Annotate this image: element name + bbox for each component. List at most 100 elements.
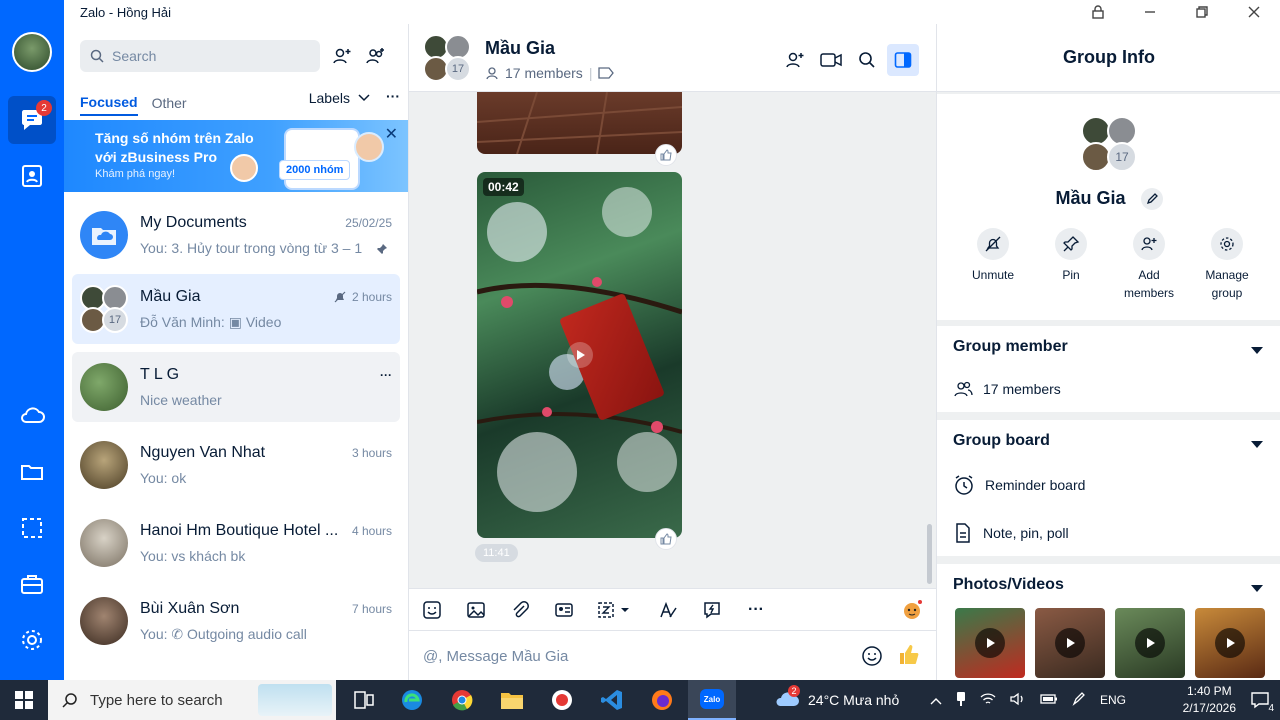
- taskbar-edge[interactable]: [388, 680, 436, 720]
- conversation-item[interactable]: T L G Nice weather ···: [72, 352, 400, 422]
- business-nav-button[interactable]: [8, 560, 56, 608]
- tag-icon[interactable]: [598, 67, 615, 79]
- send-like-button[interactable]: [897, 643, 921, 672]
- photos-videos-title[interactable]: Photos/Videos: [953, 576, 1064, 594]
- settings-nav-button[interactable]: [8, 616, 56, 664]
- image-icon: [467, 602, 485, 618]
- clock[interactable]: 1:40 PM 2/17/2026: [1183, 683, 1236, 717]
- restore-button[interactable]: [1176, 0, 1228, 24]
- chat-members-info[interactable]: 17 members |: [485, 65, 615, 81]
- media-thumbnail[interactable]: [955, 608, 1025, 678]
- conversation-item[interactable]: Nguyen Van Nhat You: ok 3 hours: [72, 430, 400, 500]
- note-pin-poll-label: Note, pin, poll: [983, 525, 1069, 541]
- volume-icon[interactable]: [1010, 692, 1026, 709]
- more-options-button[interactable]: ···: [386, 88, 400, 104]
- play-icon[interactable]: [567, 342, 593, 368]
- pen-icon[interactable]: [1072, 691, 1086, 709]
- taskbar-recorder[interactable]: [538, 680, 586, 720]
- wifi-icon[interactable]: [980, 692, 996, 709]
- taskbar-firefox[interactable]: [638, 680, 686, 720]
- contact-card-button[interactable]: [551, 597, 577, 623]
- user-avatar[interactable]: [12, 32, 52, 72]
- lock-button[interactable]: [1072, 0, 1124, 24]
- conversation-item[interactable]: Hanoi Hm Boutique Hotel ... You: vs khác…: [72, 508, 400, 578]
- format-text-button[interactable]: [655, 597, 681, 623]
- language-indicator[interactable]: ENG: [1100, 693, 1126, 707]
- collapse-arrow-icon[interactable]: [1251, 436, 1263, 454]
- collapse-arrow-icon[interactable]: [1251, 580, 1263, 598]
- pin-action[interactable]: Pin: [1031, 228, 1111, 284]
- toggle-info-panel-button[interactable]: [887, 44, 919, 76]
- minimize-button[interactable]: [1124, 0, 1176, 24]
- chat-group-avatar[interactable]: 17: [423, 34, 471, 82]
- reminder-board-row[interactable]: Reminder board: [953, 474, 1085, 496]
- add-to-group-button[interactable]: [779, 44, 811, 76]
- image-message[interactable]: [477, 92, 682, 154]
- close-window-button[interactable]: [1228, 0, 1280, 24]
- start-button[interactable]: [0, 680, 48, 720]
- promo-banner[interactable]: Tăng số nhóm trên Zalo với zBusiness Pro …: [64, 120, 408, 192]
- message-input[interactable]: [423, 645, 843, 667]
- more-tools-button[interactable]: ···: [743, 597, 769, 623]
- firefox-icon: [652, 690, 672, 710]
- taskbar-task-view[interactable]: [340, 680, 388, 720]
- add-friend-button[interactable]: [330, 44, 354, 68]
- edit-name-button[interactable]: [1140, 188, 1163, 211]
- video-message[interactable]: 00:42: [477, 172, 682, 538]
- react-like-button[interactable]: [655, 528, 677, 550]
- conversation-item-selected[interactable]: 17 Mầu Gia Đỗ Văn Minh: ▣ Video 2 hours: [72, 274, 400, 344]
- media-thumbnail[interactable]: [1115, 608, 1185, 678]
- tab-focused[interactable]: Focused: [80, 94, 138, 116]
- weather-widget[interactable]: 2 24°C Mưa nhỏ: [774, 680, 899, 720]
- emoji-button[interactable]: [861, 645, 883, 672]
- sticker-shop-button[interactable]: [899, 597, 925, 623]
- info-group-avatar[interactable]: 17: [1081, 116, 1137, 172]
- add-members-action[interactable]: Add members: [1109, 228, 1189, 302]
- media-thumbnail[interactable]: [1195, 608, 1265, 678]
- image-button[interactable]: [463, 597, 489, 623]
- banner-close-button[interactable]: ✕: [385, 124, 398, 144]
- taskbar-search[interactable]: Type here to search: [48, 680, 336, 720]
- taskbar-search-placeholder: Type here to search: [90, 691, 223, 709]
- manage-group-action[interactable]: Manage group: [1187, 228, 1267, 302]
- battery-icon[interactable]: [1040, 692, 1058, 708]
- messages-nav-button[interactable]: 2: [8, 96, 56, 144]
- conversation-item[interactable]: Bùi Xuân Sơn You: ✆ Outgoing audio call …: [72, 586, 400, 656]
- group-board-title[interactable]: Group board: [953, 432, 1050, 450]
- screenshot-button[interactable]: [595, 597, 635, 623]
- taskbar-chrome[interactable]: [438, 680, 486, 720]
- react-like-button[interactable]: [655, 144, 677, 166]
- taskbar-file-explorer[interactable]: [488, 680, 536, 720]
- taskbar-zalo[interactable]: Zalo: [688, 680, 736, 720]
- labels-dropdown[interactable]: Labels: [309, 90, 370, 106]
- conversation-avatar: [80, 363, 128, 411]
- quick-message-button[interactable]: [699, 597, 725, 623]
- collapse-arrow-icon[interactable]: [1251, 342, 1263, 360]
- sticker-button[interactable]: [419, 597, 445, 623]
- screenshot-nav-button[interactable]: [8, 504, 56, 552]
- taskbar-vscode[interactable]: [588, 680, 636, 720]
- chrome-icon: [452, 690, 473, 711]
- notification-center-button[interactable]: 4: [1248, 688, 1274, 714]
- chat-scrollbar[interactable]: [927, 524, 932, 584]
- contacts-nav-button[interactable]: [8, 152, 56, 200]
- members-count-text: 17 members: [983, 381, 1061, 397]
- members-row[interactable]: 17 members: [953, 380, 1061, 398]
- unmute-action[interactable]: Unmute: [953, 228, 1033, 284]
- create-group-button[interactable]: [364, 44, 388, 68]
- video-call-button[interactable]: [815, 44, 847, 76]
- chevron-up-icon[interactable]: [930, 692, 942, 708]
- media-thumbnail[interactable]: [1035, 608, 1105, 678]
- attach-file-button[interactable]: [507, 597, 533, 623]
- usb-icon[interactable]: [956, 691, 966, 710]
- search-in-chat-button[interactable]: [851, 44, 883, 76]
- tab-other[interactable]: Other: [152, 95, 187, 115]
- group-member-title[interactable]: Group member: [953, 338, 1068, 356]
- cloud-nav-button[interactable]: [8, 392, 56, 440]
- files-nav-button[interactable]: [8, 448, 56, 496]
- conversation-item[interactable]: My Documents You: 3. Hủy tour trong vòng…: [72, 200, 400, 270]
- search-box[interactable]: Search: [80, 40, 320, 72]
- note-pin-poll-row[interactable]: Note, pin, poll: [953, 522, 1069, 544]
- thumbs-up-icon: [660, 149, 672, 161]
- conversation-more-button[interactable]: ···: [380, 368, 392, 382]
